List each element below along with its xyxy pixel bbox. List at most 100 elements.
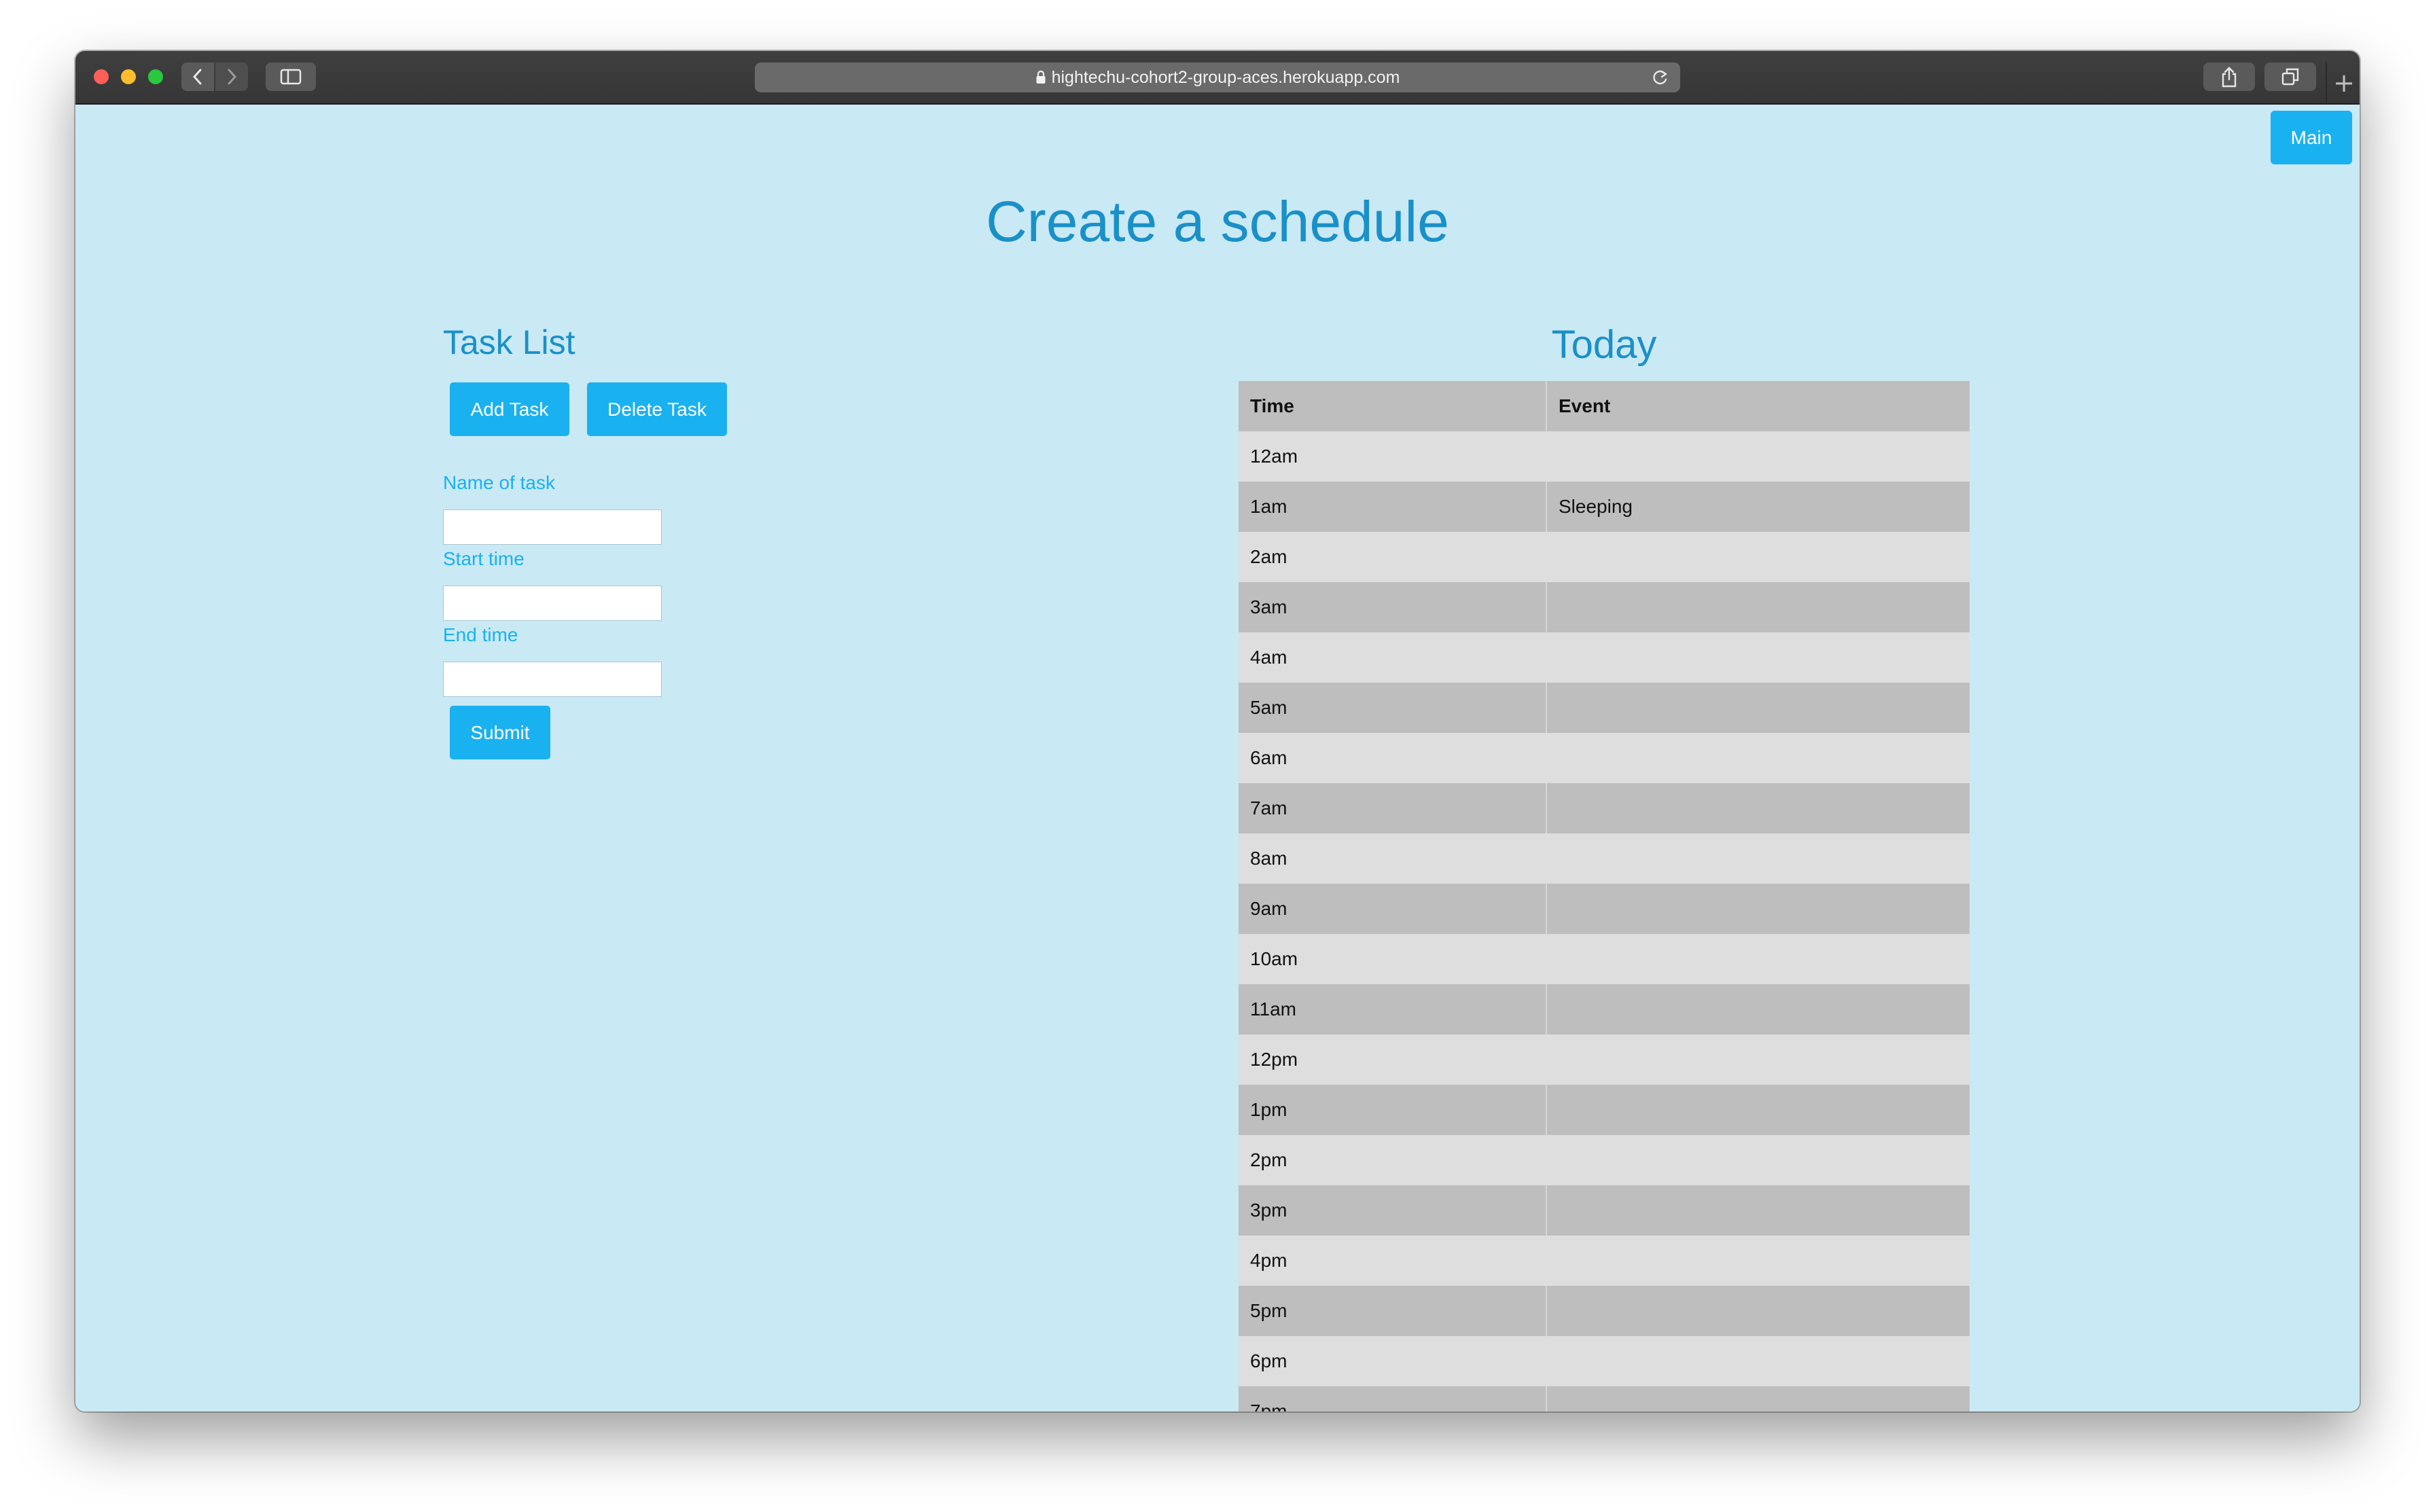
page-content: Main Create a schedule Task List Add Tas… (75, 105, 2360, 1411)
start-time-input[interactable] (443, 586, 662, 621)
time-cell: 5pm (1239, 1286, 1547, 1336)
new-tab-button[interactable]: + (2326, 62, 2360, 103)
delete-task-button[interactable]: Delete Task (587, 382, 727, 436)
time-cell: 12pm (1239, 1034, 1547, 1085)
forward-button[interactable] (215, 62, 248, 91)
column-header-time: Time (1239, 381, 1547, 431)
tab-overview-button[interactable] (2264, 62, 2316, 91)
time-cell: 11am (1239, 984, 1547, 1034)
event-cell (1547, 733, 1970, 783)
time-cell: 4pm (1239, 1236, 1547, 1286)
column-header-event: Event (1547, 381, 1970, 431)
zoom-window-button[interactable] (148, 69, 163, 84)
lock-icon (1036, 71, 1046, 84)
event-cell (1547, 1135, 1970, 1185)
share-icon (2222, 67, 2237, 88)
add-task-button[interactable]: Add Task (450, 382, 569, 436)
event-cell (1547, 582, 1970, 632)
table-row: 7pm (1239, 1386, 1970, 1411)
chevron-right-icon (228, 69, 237, 85)
chevron-left-icon (192, 69, 202, 85)
time-cell: 3pm (1239, 1185, 1547, 1236)
event-cell (1547, 431, 1970, 482)
plus-icon: + (2333, 68, 2355, 98)
event-cell (1547, 984, 1970, 1034)
event-cell (1547, 1034, 1970, 1085)
event-cell (1547, 532, 1970, 582)
task-name-label: Name of task (443, 472, 555, 493)
time-cell: 4am (1239, 632, 1547, 683)
table-row: 6pm (1239, 1336, 1970, 1386)
page-title: Create a schedule (986, 190, 1449, 253)
task-list-title: Task List (443, 323, 575, 361)
event-cell (1547, 833, 1970, 884)
table-row: 10am (1239, 934, 1970, 984)
time-cell: 6am (1239, 733, 1547, 783)
event-cell: Sleeping (1547, 482, 1970, 532)
event-cell (1547, 1386, 1970, 1411)
time-cell: 2am (1239, 532, 1547, 582)
schedule-title: Today (1551, 323, 1657, 367)
submit-button[interactable]: Submit (450, 706, 550, 759)
reload-icon[interactable] (1652, 69, 1669, 86)
event-cell (1547, 1236, 1970, 1286)
table-header-row: Time Event (1239, 381, 1970, 431)
time-cell: 7am (1239, 783, 1547, 833)
table-row: 2pm (1239, 1135, 1970, 1185)
table-row: 4am (1239, 632, 1970, 683)
event-cell (1547, 1085, 1970, 1135)
back-button[interactable] (181, 62, 214, 91)
table-row: 7am (1239, 783, 1970, 833)
url-text: hightechu-cohort2-group-aces.herokuapp.c… (1051, 67, 1400, 87)
table-row: 1pm (1239, 1085, 1970, 1135)
browser-window: hightechu-cohort2-group-aces.herokuapp.c… (75, 51, 2360, 1411)
start-time-label: Start time (443, 548, 525, 569)
table-row: 6am (1239, 733, 1970, 783)
event-cell (1547, 1336, 1970, 1386)
time-cell: 8am (1239, 833, 1547, 884)
table-row: 11am (1239, 984, 1970, 1034)
event-cell (1547, 783, 1970, 833)
table-row: 9am (1239, 884, 1970, 934)
schedule-table: Time Event 12am 1am Sleeping 2am 3am 4am 5am 6a… (1239, 381, 1970, 1411)
sidebar-icon (280, 69, 302, 85)
table-row: 1am Sleeping (1239, 482, 1970, 532)
task-name-input[interactable] (443, 509, 662, 545)
end-time-input[interactable] (443, 662, 662, 697)
table-row: 3am (1239, 582, 1970, 632)
event-cell (1547, 1185, 1970, 1236)
address-bar[interactable]: hightechu-cohort2-group-aces.herokuapp.c… (755, 62, 1680, 92)
share-button[interactable] (2203, 62, 2255, 91)
address-content: hightechu-cohort2-group-aces.herokuapp.c… (755, 62, 1680, 92)
time-cell: 10am (1239, 934, 1547, 984)
event-cell (1547, 683, 1970, 733)
table-row: 2am (1239, 532, 1970, 582)
close-window-button[interactable] (94, 69, 109, 84)
minimize-window-button[interactable] (121, 69, 136, 84)
table-body: 12am 1am Sleeping 2am 3am 4am 5am 6am 7am 8am 9am 1… (1239, 431, 1970, 1411)
main-button[interactable]: Main (2271, 111, 2352, 164)
event-cell (1547, 1286, 1970, 1336)
event-cell (1547, 884, 1970, 934)
table-row: 3pm (1239, 1185, 1970, 1236)
table-row: 8am (1239, 833, 1970, 884)
browser-toolbar: hightechu-cohort2-group-aces.herokuapp.c… (75, 51, 2360, 105)
time-cell: 1pm (1239, 1085, 1547, 1135)
tabs-icon (2281, 68, 2299, 86)
table-row: 12am (1239, 431, 1970, 482)
time-cell: 5am (1239, 683, 1547, 733)
end-time-label: End time (443, 624, 518, 645)
time-cell: 2pm (1239, 1135, 1547, 1185)
table-row: 12pm (1239, 1034, 1970, 1085)
event-cell (1547, 632, 1970, 683)
time-cell: 1am (1239, 482, 1547, 532)
time-cell: 7pm (1239, 1386, 1547, 1411)
event-cell (1547, 934, 1970, 984)
table-row: 4pm (1239, 1236, 1970, 1286)
time-cell: 9am (1239, 884, 1547, 934)
time-cell: 12am (1239, 431, 1547, 482)
table-row: 5pm (1239, 1286, 1970, 1336)
sidebar-toggle-button[interactable] (266, 62, 316, 91)
table-row: 5am (1239, 683, 1970, 733)
time-cell: 3am (1239, 582, 1547, 632)
